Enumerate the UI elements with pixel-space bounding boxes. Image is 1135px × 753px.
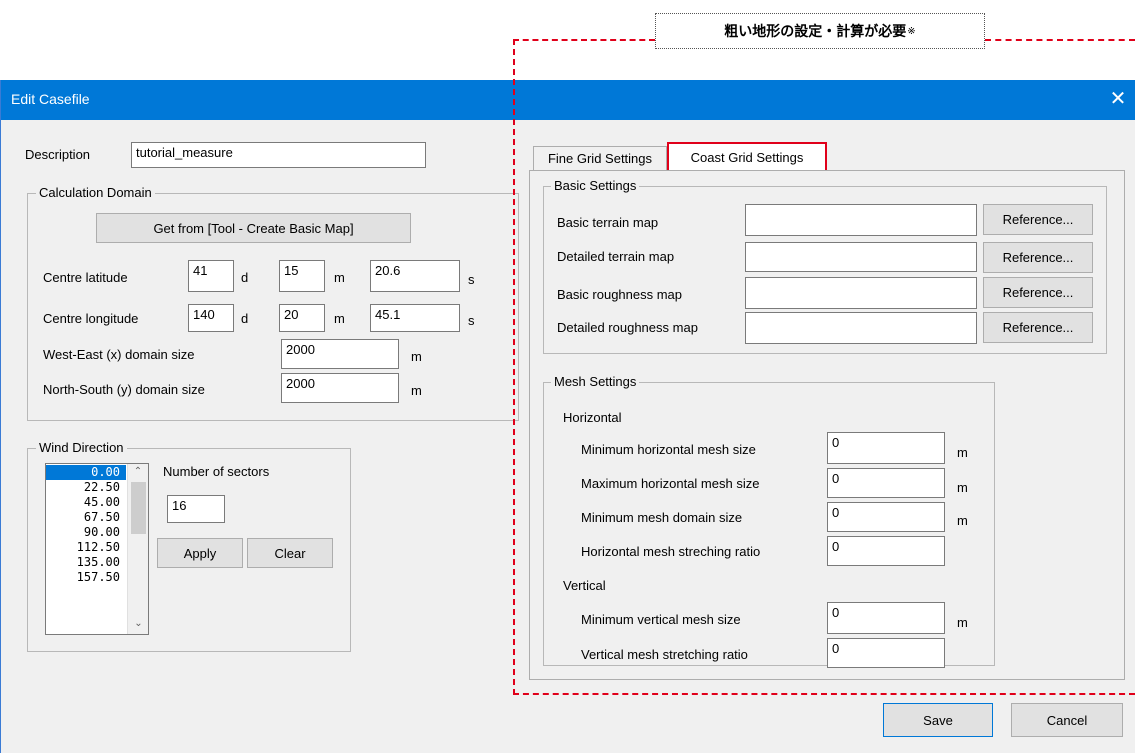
annotation-frame-top-right — [985, 39, 1135, 41]
annotation-frame-left — [513, 39, 515, 695]
max-horizontal-mesh-input[interactable]: 0 — [827, 468, 945, 498]
annotation-note-mark: ※ — [907, 25, 916, 37]
detailed-terrain-map-reference-button[interactable]: Reference... — [983, 242, 1093, 273]
mesh-settings-title: Mesh Settings — [551, 374, 640, 389]
number-of-sectors-label: Number of sectors — [163, 464, 270, 479]
min-mesh-domain-unit: m — [957, 513, 968, 528]
description-input[interactable]: tutorial_measure — [131, 142, 426, 168]
west-east-size-unit: m — [411, 349, 422, 364]
list-item[interactable]: 0.00 — [46, 465, 126, 480]
wind-direction-scrollbar[interactable]: ⌃ ⌄ — [127, 464, 148, 634]
latitude-seconds-unit: s — [468, 272, 475, 287]
horizontal-section-label: Horizontal — [563, 410, 622, 425]
min-horizontal-mesh-unit: m — [957, 445, 968, 460]
centre-latitude-label: Centre latitude — [43, 270, 128, 285]
calculation-domain-title: Calculation Domain — [36, 185, 155, 200]
apply-button[interactable]: Apply — [157, 538, 243, 568]
scroll-up-arrow-icon[interactable]: ⌃ — [128, 464, 148, 480]
cancel-button[interactable]: Cancel — [1011, 703, 1123, 737]
latitude-seconds-input[interactable]: 20.6 — [370, 260, 460, 292]
list-item[interactable]: 22.50 — [46, 480, 126, 495]
centre-longitude-label: Centre longitude — [43, 311, 139, 326]
list-item[interactable]: 90.00 — [46, 525, 126, 540]
min-vertical-mesh-label: Minimum vertical mesh size — [581, 612, 741, 627]
longitude-minutes-unit: m — [334, 311, 345, 326]
min-mesh-domain-label: Minimum mesh domain size — [581, 510, 743, 525]
annotation-label: 粗い地形の設定・計算が必要 ※ — [655, 13, 985, 49]
annotation-frame-top-left — [513, 39, 655, 41]
list-item[interactable]: 45.00 — [46, 495, 126, 510]
description-label: Description — [25, 147, 91, 162]
list-item[interactable]: 135.00 — [46, 555, 126, 570]
tab-coast-grid-settings[interactable]: Coast Grid Settings — [667, 142, 827, 172]
annotation-text: 粗い地形の設定・計算が必要 — [724, 23, 907, 39]
vertical-section-label: Vertical — [563, 578, 606, 593]
save-button[interactable]: Save — [883, 703, 993, 737]
longitude-seconds-input[interactable]: 45.1 — [370, 304, 460, 332]
basic-roughness-map-reference-button[interactable]: Reference... — [983, 277, 1093, 308]
annotation-frame-bottom — [513, 693, 1135, 695]
longitude-degrees-input[interactable]: 140 — [188, 304, 234, 332]
detailed-terrain-map-label: Detailed terrain map — [557, 249, 675, 264]
north-south-size-label: North-South (y) domain size — [43, 382, 205, 397]
basic-terrain-map-label: Basic terrain map — [557, 215, 659, 230]
latitude-minutes-input[interactable]: 15 — [279, 260, 325, 292]
list-item[interactable]: 157.50 — [46, 570, 126, 585]
min-vertical-mesh-input[interactable]: 0 — [827, 602, 945, 634]
window-title: Edit Casefile — [11, 91, 90, 107]
detailed-roughness-map-reference-button[interactable]: Reference... — [983, 312, 1093, 343]
basic-roughness-map-input[interactable] — [745, 277, 977, 309]
get-from-basic-map-button[interactable]: Get from [Tool - Create Basic Map] — [96, 213, 411, 243]
close-icon[interactable]: ✕ — [1105, 86, 1131, 112]
basic-settings-title: Basic Settings — [551, 178, 640, 193]
basic-roughness-map-label: Basic roughness map — [557, 287, 683, 302]
min-mesh-domain-input[interactable]: 0 — [827, 502, 945, 532]
north-south-size-input[interactable]: 2000 — [281, 373, 399, 403]
max-horizontal-mesh-label: Maximum horizontal mesh size — [581, 476, 760, 491]
basic-terrain-map-input[interactable] — [745, 204, 977, 236]
latitude-degrees-input[interactable]: 41 — [188, 260, 234, 292]
clear-button[interactable]: Clear — [247, 538, 333, 568]
detailed-roughness-map-input[interactable] — [745, 312, 977, 344]
west-east-size-label: West-East (x) domain size — [43, 347, 195, 362]
min-vertical-mesh-unit: m — [957, 615, 968, 630]
vertical-stretch-ratio-label: Vertical mesh stretching ratio — [581, 647, 748, 662]
edit-casefile-window: Edit Casefile ✕ Description tutorial_mea… — [0, 80, 1135, 753]
detailed-terrain-map-input[interactable] — [745, 242, 977, 272]
longitude-minutes-input[interactable]: 20 — [279, 304, 325, 332]
longitude-seconds-unit: s — [468, 313, 475, 328]
min-horizontal-mesh-input[interactable]: 0 — [827, 432, 945, 464]
horizontal-stretch-ratio-input[interactable]: 0 — [827, 536, 945, 566]
min-horizontal-mesh-label: Minimum horizontal mesh size — [581, 442, 756, 457]
basic-terrain-map-reference-button[interactable]: Reference... — [983, 204, 1093, 235]
scroll-down-arrow-icon[interactable]: ⌄ — [128, 616, 148, 632]
list-item[interactable]: 112.50 — [46, 540, 126, 555]
latitude-minutes-unit: m — [334, 270, 345, 285]
scroll-thumb[interactable] — [131, 482, 146, 534]
wind-direction-list[interactable]: 0.00 22.50 45.00 67.50 90.00 112.50 135.… — [45, 463, 149, 635]
title-bar: Edit Casefile ✕ — [1, 80, 1135, 120]
wind-direction-items: 0.00 22.50 45.00 67.50 90.00 112.50 135.… — [46, 465, 126, 585]
longitude-degrees-unit: d — [241, 311, 249, 326]
detailed-roughness-map-label: Detailed roughness map — [557, 320, 698, 335]
wind-direction-title: Wind Direction — [36, 440, 127, 455]
vertical-stretch-ratio-input[interactable]: 0 — [827, 638, 945, 668]
north-south-size-unit: m — [411, 383, 422, 398]
max-horizontal-mesh-unit: m — [957, 480, 968, 495]
horizontal-stretch-ratio-label: Horizontal mesh streching ratio — [581, 544, 761, 559]
tab-fine-grid-settings[interactable]: Fine Grid Settings — [533, 146, 667, 170]
latitude-degrees-unit: d — [241, 270, 249, 285]
west-east-size-input[interactable]: 2000 — [281, 339, 399, 369]
list-item[interactable]: 67.50 — [46, 510, 126, 525]
number-of-sectors-input[interactable]: 16 — [167, 495, 225, 523]
